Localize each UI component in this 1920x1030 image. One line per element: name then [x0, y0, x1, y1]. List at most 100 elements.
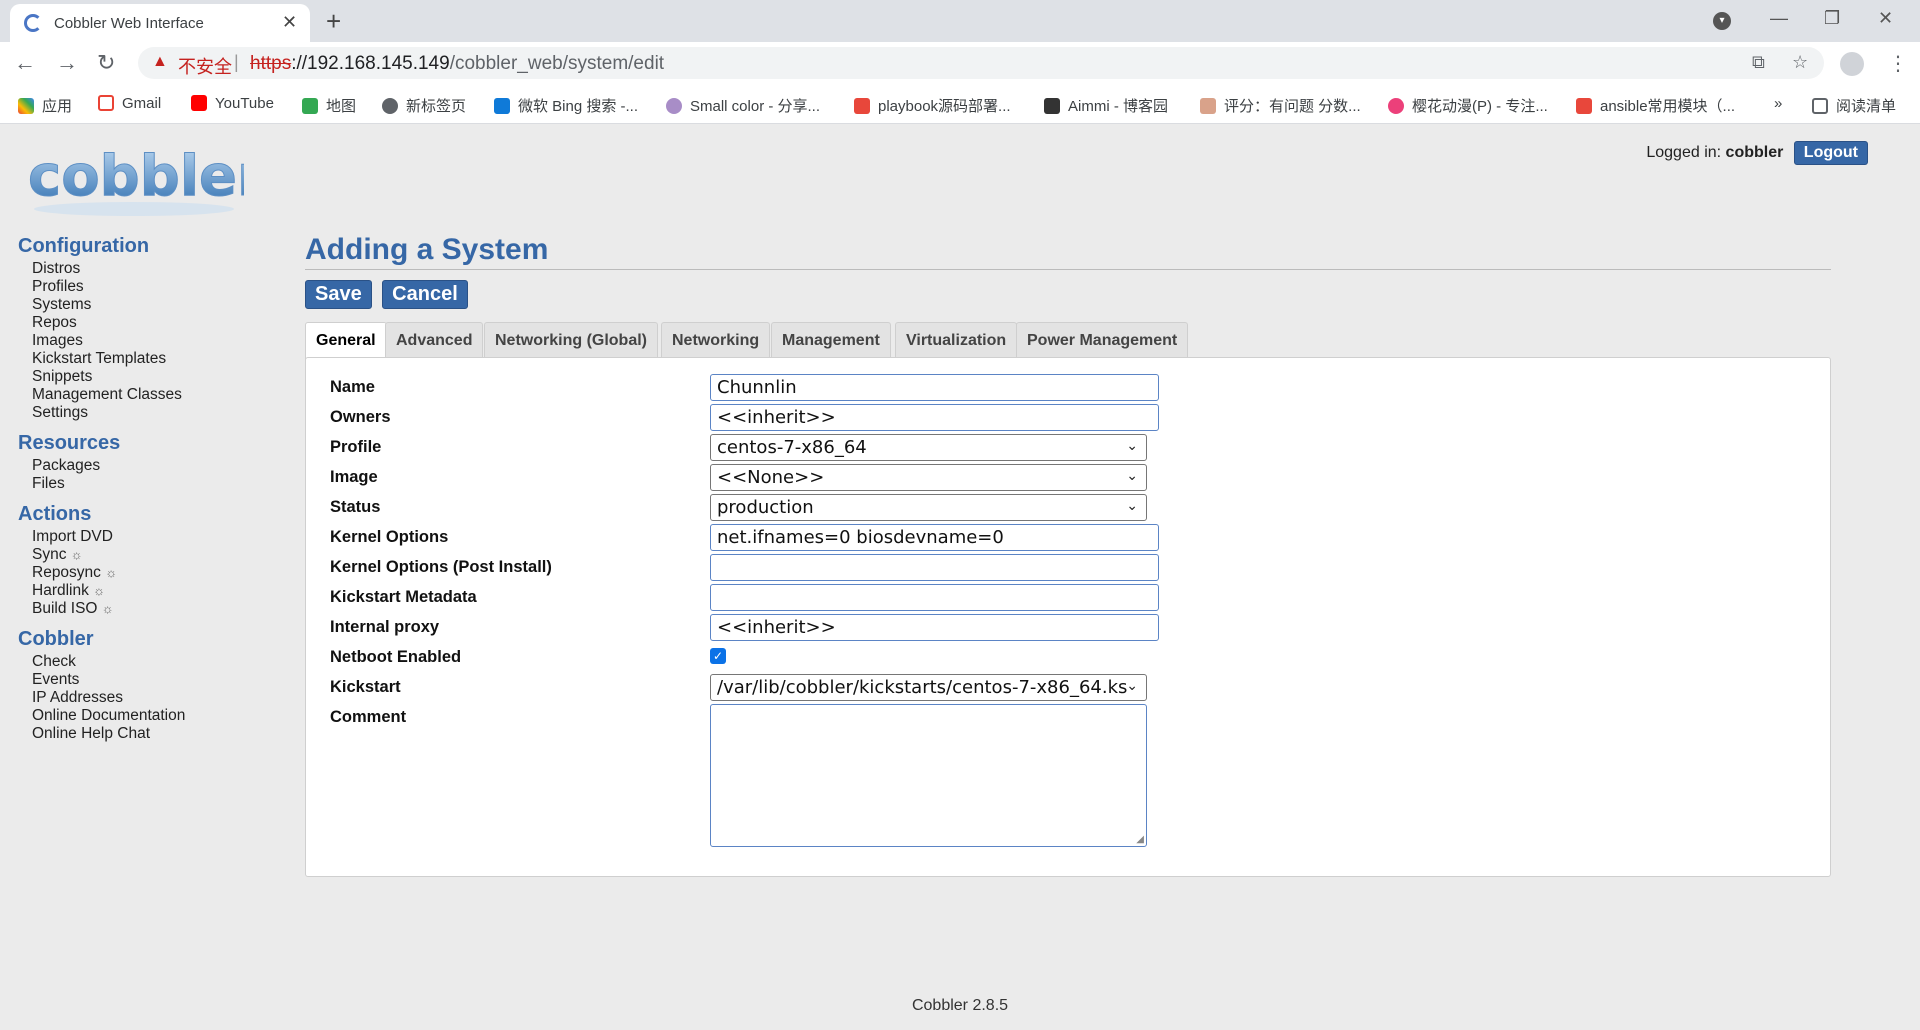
cancel-button[interactable]: Cancel — [382, 280, 468, 309]
sidebar-item-images[interactable]: Images — [32, 332, 278, 350]
sidebar-item-distros[interactable]: Distros — [32, 260, 278, 278]
bookmark-maps[interactable]: 地图 — [302, 95, 356, 116]
reading-list-icon — [1812, 98, 1828, 114]
bookmarks-bar: 应用 Gmail YouTube 地图 新标签页 微软 Bing 搜索 -...… — [0, 84, 1920, 124]
sidebar-item-repos[interactable]: Repos — [32, 314, 278, 332]
username: cobbler — [1725, 144, 1784, 161]
bookmark-sakura[interactable]: 樱花动漫(P) - 专注... — [1388, 95, 1548, 116]
url-text[interactable]: https://192.168.145.149/cobbler_web/syst… — [250, 53, 664, 75]
cnblogs-icon — [1044, 98, 1060, 114]
minimize-icon[interactable]: — — [1770, 8, 1788, 29]
bookmark-bing[interactable]: 微软 Bing 搜索 -... — [494, 95, 638, 116]
restore-icon[interactable]: ❐ — [1824, 8, 1840, 29]
reload-icon[interactable]: ↻ — [97, 50, 115, 76]
tab-search-icon[interactable]: ▾ — [1713, 12, 1731, 30]
tab-virtualization[interactable]: Virtualization — [895, 322, 1018, 362]
sidebar-item-ip-addresses[interactable]: IP Addresses — [32, 689, 278, 707]
warning-icon[interactable]: ▲ — [152, 53, 168, 71]
reading-list[interactable]: 阅读清单 — [1812, 95, 1896, 116]
sidebar-item-reposync[interactable]: Reposync ☼ — [32, 564, 278, 582]
chevron-down-icon: ⌄ — [1126, 468, 1138, 484]
tab-networking[interactable]: Networking — [661, 322, 771, 362]
profile-label: Profile — [330, 438, 382, 456]
bookmark-ansible[interactable]: ansible常用模块（... — [1576, 95, 1735, 116]
back-icon[interactable]: ← — [14, 50, 36, 76]
page-title: Adding a System — [305, 233, 1831, 270]
address-bar[interactable]: ▲ 不安全 | https://192.168.145.149/cobbler_… — [138, 47, 1824, 79]
apps-grid-icon — [18, 98, 34, 114]
name-input[interactable]: Chunnlin — [710, 374, 1159, 401]
bookmark-aimmi[interactable]: Aimmi - 博客园 — [1044, 95, 1168, 116]
translate-icon[interactable]: ⧉ — [1752, 52, 1765, 73]
bookmark-playbook[interactable]: playbook源码部署... — [854, 95, 1011, 116]
tab-management[interactable]: Management — [771, 322, 891, 362]
general-tab-panel: Name Chunnlin Owners <<inherit>> Profile… — [305, 357, 1831, 877]
profile-avatar-icon[interactable] — [1840, 52, 1864, 76]
sidebar-item-online-documentation[interactable]: Online Documentation — [32, 707, 278, 725]
new-tab-icon[interactable]: + — [326, 6, 341, 37]
sidebar-item-snippets[interactable]: Snippets — [32, 368, 278, 386]
image-selected-value: <<None>> — [717, 467, 825, 488]
kernel-options-input[interactable]: net.ifnames=0 biosdevname=0 — [710, 524, 1159, 551]
status-select[interactable]: production ⌄ — [710, 494, 1147, 521]
internal-proxy-input[interactable]: <<inherit>> — [710, 614, 1159, 641]
tab-power-management[interactable]: Power Management — [1016, 322, 1189, 362]
image-label: Image — [330, 468, 378, 486]
logout-button[interactable]: Logout — [1793, 141, 1868, 165]
bookmark-gmail[interactable]: Gmail — [98, 95, 161, 112]
window-close-icon[interactable]: ✕ — [1878, 8, 1893, 29]
sidebar-item-online-help-chat[interactable]: Online Help Chat — [32, 725, 278, 743]
owners-input[interactable]: <<inherit>> — [710, 404, 1159, 431]
kickstart-select[interactable]: /var/lib/cobbler/kickstarts/centos-7-x86… — [710, 674, 1147, 701]
sidebar-item-check[interactable]: Check — [32, 653, 278, 671]
logged-in-label: Logged in: — [1646, 144, 1722, 161]
bookmarks-overflow-button[interactable]: » — [1774, 95, 1782, 112]
logo-text: cobbler — [28, 144, 244, 209]
sidebar-item-sync[interactable]: Sync ☼ — [32, 546, 278, 564]
tab-advanced[interactable]: Advanced — [385, 322, 484, 362]
profile-select[interactable]: centos-7-x86_64 ⌄ — [710, 434, 1147, 461]
comment-label: Comment — [330, 708, 407, 726]
browser-tab[interactable]: Cobbler Web Interface ✕ — [10, 4, 310, 42]
netboot-enabled-checkbox[interactable]: ✓ — [710, 648, 726, 664]
name-label: Name — [330, 378, 375, 396]
bookmark-new-tab[interactable]: 新标签页 — [382, 95, 466, 116]
chevron-down-icon: ⌄ — [1126, 678, 1138, 694]
kernel-options-post-input[interactable] — [710, 554, 1159, 581]
bing-icon — [494, 98, 510, 114]
bookmark-small-color[interactable]: Small color - 分享... — [666, 95, 820, 116]
status-label: Status — [330, 498, 381, 516]
sidebar-item-settings[interactable]: Settings — [32, 404, 278, 422]
bookmark-rating[interactable]: 评分：有问题 分数... — [1200, 95, 1361, 116]
kickstart-metadata-input[interactable] — [710, 584, 1159, 611]
sidebar-item-profiles[interactable]: Profiles — [32, 278, 278, 296]
insecure-label[interactable]: 不安全 — [178, 53, 232, 79]
sidebar-item-hardlink[interactable]: Hardlink ☼ — [32, 582, 278, 600]
row-netboot-enabled: Netboot Enabled ✓ — [330, 644, 1330, 670]
sidebar-item-build-iso[interactable]: Build ISO ☼ — [32, 600, 278, 618]
sidebar-item-events[interactable]: Events — [32, 671, 278, 689]
image-select[interactable]: <<None>> ⌄ — [710, 464, 1147, 491]
profile-selected-value: centos-7-x86_64 — [717, 437, 867, 458]
owners-label: Owners — [330, 408, 391, 426]
kickstart-selected-value: /var/lib/cobbler/kickstarts/centos-7-x86… — [717, 677, 1128, 698]
comment-textarea[interactable]: ◢ — [710, 704, 1147, 847]
bookmark-apps[interactable]: 应用 — [18, 95, 72, 116]
save-button[interactable]: Save — [305, 280, 372, 309]
forward-icon[interactable]: → — [56, 50, 78, 76]
sidebar-item-import-dvd[interactable]: Import DVD — [32, 528, 278, 546]
csdn-icon — [854, 98, 870, 114]
cobbler-logo: cobbler — [28, 144, 244, 216]
sidebar-item-management-classes[interactable]: Management Classes — [32, 386, 278, 404]
sidebar-item-files[interactable]: Files — [32, 475, 278, 493]
sidebar-item-systems[interactable]: Systems — [32, 296, 278, 314]
menu-dots-icon[interactable]: ⋮ — [1888, 51, 1908, 76]
bookmark-youtube[interactable]: YouTube — [191, 95, 274, 112]
gear-icon: ☼ — [93, 583, 106, 598]
bookmark-star-icon[interactable]: ☆ — [1792, 52, 1808, 73]
sidebar-item-kickstart-templates[interactable]: Kickstart Templates — [32, 350, 278, 368]
resize-grip-icon[interactable]: ◢ — [1136, 834, 1144, 845]
close-tab-icon[interactable]: ✕ — [282, 12, 297, 33]
sidebar-item-packages[interactable]: Packages — [32, 457, 278, 475]
tab-networking-global[interactable]: Networking (Global) — [484, 322, 658, 362]
